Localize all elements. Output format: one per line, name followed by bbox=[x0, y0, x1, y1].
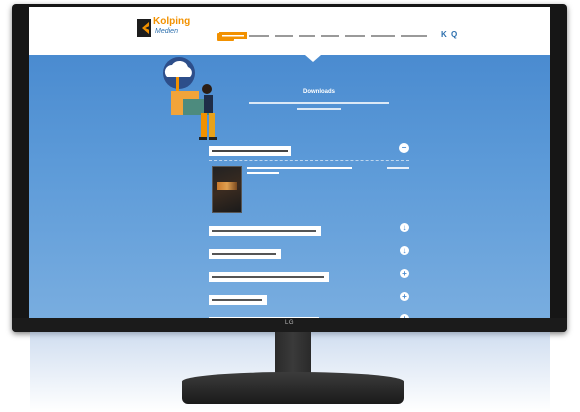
search-icon[interactable]: Q bbox=[451, 30, 457, 39]
accordion-panel-1 bbox=[209, 160, 409, 213]
accordion-item-1[interactable]: − bbox=[209, 143, 409, 161]
site-header: Kolping Medien K Q bbox=[29, 7, 550, 55]
download-link[interactable] bbox=[387, 167, 409, 171]
accordion-label-1[interactable] bbox=[209, 146, 291, 156]
cloud-download-illustration-icon bbox=[163, 57, 217, 140]
nav-active-bg[interactable] bbox=[219, 32, 247, 39]
accordion-item-5[interactable]: + bbox=[209, 292, 409, 310]
book-cover-image[interactable] bbox=[212, 166, 242, 213]
logo-text[interactable]: Kolping bbox=[153, 17, 190, 27]
monitor-brand-logo: LG bbox=[285, 320, 295, 326]
expand-toggle-icon[interactable]: ↓ bbox=[400, 223, 409, 232]
nav-text-bars bbox=[249, 35, 427, 37]
expand-toggle-icon[interactable]: + bbox=[400, 269, 409, 278]
monitor-screen: Kolping Medien K Q Downloads − ↓ ↓ + + bbox=[29, 7, 550, 325]
monitor-stand-neck bbox=[275, 332, 311, 376]
accordion-label-3[interactable] bbox=[209, 249, 281, 259]
collapse-toggle-icon[interactable]: − bbox=[399, 143, 409, 153]
page-title: Downloads bbox=[302, 89, 335, 95]
monitor-bezel: Kolping Medien K Q Downloads − ↓ ↓ + + bbox=[12, 4, 567, 332]
home-icon[interactable]: K bbox=[441, 30, 447, 39]
accordion-label-2[interactable] bbox=[209, 226, 321, 236]
accordion-label-4[interactable] bbox=[209, 272, 329, 282]
hero-notch bbox=[305, 55, 321, 62]
monitor-stand-base bbox=[182, 372, 404, 404]
expand-toggle-icon[interactable]: + bbox=[400, 292, 409, 301]
accordion-item-4[interactable]: + bbox=[209, 269, 409, 287]
expand-toggle-icon[interactable]: ↓ bbox=[400, 246, 409, 255]
logo-subtitle: Medien bbox=[155, 28, 178, 35]
hero-description-lines bbox=[249, 102, 389, 110]
kolping-logo-icon[interactable] bbox=[137, 19, 151, 37]
accordion-label-5[interactable] bbox=[209, 295, 267, 305]
accordion-item-2[interactable]: ↓ bbox=[209, 223, 409, 241]
book-description bbox=[247, 167, 352, 174]
accordion-item-3[interactable]: ↓ bbox=[209, 246, 409, 264]
